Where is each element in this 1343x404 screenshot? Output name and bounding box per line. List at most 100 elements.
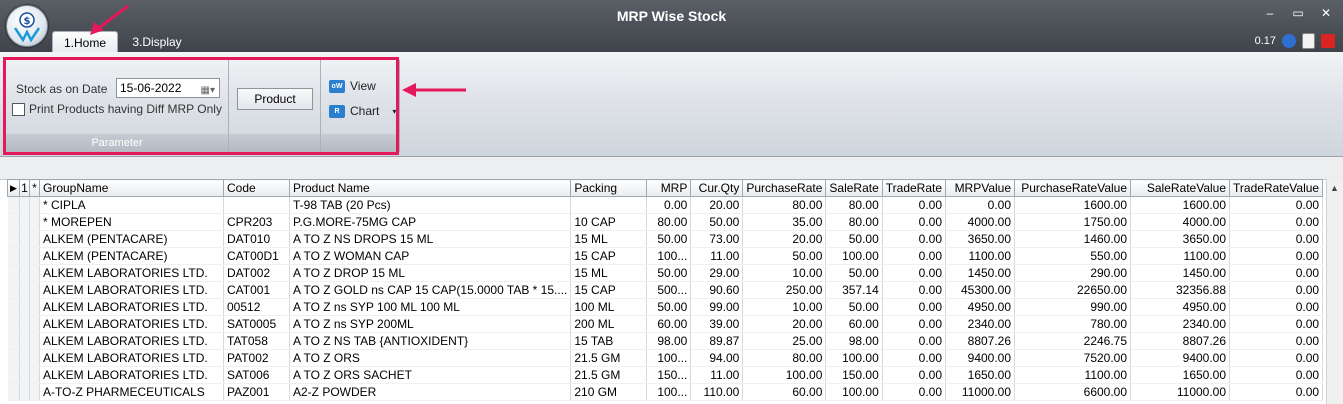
table-cell: 1650.00 [1130,366,1231,384]
column-header[interactable]: MRPValue [945,179,1016,197]
vertical-scrollbar[interactable]: ▲ [1326,179,1343,404]
table-cell: 50.00 [825,230,883,248]
table-row[interactable]: ALKEM LABORATORIES LTD. SAT006 A TO Z ORS … [7,366,1324,384]
table-cell: 35.00 [742,213,827,231]
row-header-cell[interactable] [7,230,20,248]
row-header-cell[interactable] [29,332,40,350]
column-header[interactable]: GroupName [39,179,224,197]
column-header[interactable]: SaleRateValue [1130,179,1231,197]
row-header-cell[interactable] [7,247,20,265]
row-header-cell[interactable] [29,315,40,333]
table-cell: 4950.00 [945,298,1016,316]
row-header-cell[interactable] [29,298,40,316]
table-cell: 0.00 [882,332,947,350]
row-header-cell[interactable] [7,315,20,333]
table-row[interactable]: ALKEM (PENTACARE) DAT010 A TO Z NS DROPS 1… [7,230,1324,248]
table-cell: 60.00 [825,315,883,333]
table-cell: 20.00 [742,230,827,248]
row-header-cell[interactable] [19,264,30,282]
table-cell: 21.5 GM [570,366,648,384]
table-cell: 150.00 [825,366,883,384]
table-cell: 0.00 [882,213,947,231]
table-row[interactable]: ALKEM LABORATORIES LTD. TAT058 A TO Z NS T… [7,332,1324,350]
row-header-cell[interactable] [29,247,40,265]
tab-display[interactable]: 3.Display [128,31,186,52]
table-row[interactable]: ALKEM LABORATORIES LTD. PAT002 A TO Z ORS 2… [7,349,1324,367]
column-header[interactable]: SaleRate [825,179,883,197]
column-header[interactable]: Product Name [288,179,572,197]
document-icon[interactable] [1302,33,1315,49]
row-header-cell[interactable] [29,349,40,367]
table-cell: 100... [646,247,692,265]
column-header[interactable]: TradeRate [881,179,947,197]
table-cell: 11.00 [690,247,744,265]
row-header-cell[interactable] [29,264,40,282]
row-header-cell[interactable] [7,332,20,350]
row-header-cell[interactable] [7,281,20,299]
row-header-cell[interactable] [7,264,20,282]
table-row[interactable]: ALKEM LABORATORIES LTD. 00512 A TO Z ns SY… [7,298,1324,316]
maximize-button[interactable]: ▭ [1291,6,1305,20]
row-header-cell[interactable] [7,298,20,316]
column-header[interactable]: Code [223,179,290,197]
column-header[interactable]: TradeRateValue [1229,179,1324,197]
row-header-cell[interactable] [7,196,20,214]
table-cell: ALKEM LABORATORIES LTD. [39,332,224,350]
table-cell: 15 ML [570,264,648,282]
table-cell: 90.60 [690,281,744,299]
table-cell: T-98 TAB (20 Pcs) [289,196,572,214]
exit-icon[interactable] [1321,34,1335,48]
row-header-cell[interactable] [29,196,40,214]
column-header[interactable]: Cur.Qty [690,179,744,197]
minimize-button[interactable]: – [1263,6,1277,20]
table-cell: 250.00 [742,281,827,299]
row-header-cell[interactable] [19,230,30,248]
row-header-cell[interactable] [19,366,30,384]
table-row[interactable]: ALKEM LABORATORIES LTD. SAT0005 A TO Z ns … [7,315,1324,333]
table-cell: 0.00 [1229,281,1324,299]
table-cell: 1100.00 [945,247,1016,265]
row-header-cell[interactable] [19,315,30,333]
table-cell: 50.00 [690,213,744,231]
row-header-cell[interactable] [29,230,40,248]
column-header[interactable]: MRP [646,179,692,197]
table-cell: 11.00 [690,366,744,384]
table-row[interactable]: ALKEM LABORATORIES LTD. CAT001 A TO Z GOLD… [7,281,1324,299]
row-header-cell[interactable] [19,281,30,299]
row-header-cell[interactable] [29,281,40,299]
row-header-cell[interactable] [29,213,40,231]
table-cell [223,196,290,214]
row-header-cell[interactable] [7,383,20,401]
row-header-cell[interactable] [19,332,30,350]
table-cell: ALKEM LABORATORIES LTD. [39,264,224,282]
row-header-cell[interactable] [19,383,30,401]
row-header-cell[interactable] [7,349,20,367]
table-cell: 150... [646,366,692,384]
row-header-cell[interactable] [19,247,30,265]
table-row[interactable]: * MOREPEN CPR203 P.G.MORE-75MG CAP 10 CAP 80… [7,213,1324,231]
table-row[interactable]: ALKEM LABORATORIES LTD. DAT002 A TO Z DROP… [7,264,1324,282]
row-header-cell[interactable] [29,366,40,384]
row-header-cell[interactable] [19,349,30,367]
close-button[interactable]: ✕ [1319,6,1333,20]
help-icon[interactable] [1282,34,1296,48]
table-row[interactable]: ALKEM (PENTACARE) CAT00D1 A TO Z WOMAN CAP… [7,247,1324,265]
row-header-cell[interactable] [7,366,20,384]
row-header-cell[interactable] [19,196,30,214]
table-cell: 1450.00 [945,264,1016,282]
table-cell: 1650.00 [945,366,1016,384]
table-cell: A TO Z ORS SACHET [289,366,572,384]
column-header[interactable]: PurchaseRateValue [1014,179,1132,197]
column-header[interactable]: Packing [570,179,648,197]
row-header-cell[interactable] [29,383,40,401]
table-cell: 4000.00 [1130,213,1231,231]
chevron-up-icon[interactable]: ▲ [1330,183,1339,193]
row-header-cell[interactable] [19,213,30,231]
table-row[interactable]: * CIPLA T-98 TAB (20 Pcs) 0.00 20.00 80.00 80… [7,196,1324,214]
row-header-cell[interactable] [19,298,30,316]
row-header-cell[interactable] [7,213,20,231]
table-cell: 80.00 [646,213,692,231]
column-header[interactable]: PurchaseRate [742,179,827,197]
table-row[interactable]: A-TO-Z PHARMECEUTICALS PAZ001 A2-Z POWDER 2… [7,383,1324,401]
table-cell: A TO Z ORS [289,349,572,367]
